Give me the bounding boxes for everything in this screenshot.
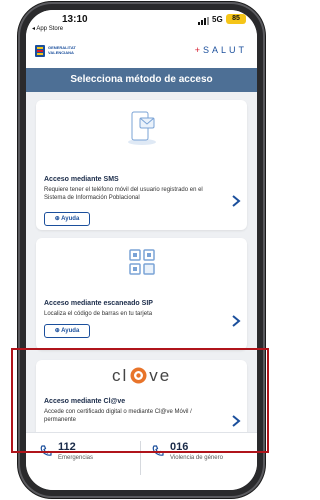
violence-number-link[interactable]: 016 — [170, 441, 188, 453]
app-header: GENERALITAT VALENCIANA + SALUT — [26, 36, 257, 68]
brand-plus: + — [194, 45, 200, 55]
battery-indicator: 85 — [226, 14, 246, 24]
sip-card-description: Localiza el código de barras en tu tarje… — [44, 311, 153, 317]
sip-help-button[interactable]: ⊕ Ayuda — [44, 324, 90, 338]
status-time: 13:10 — [62, 14, 88, 25]
clave-chevron-right-icon[interactable] — [231, 414, 241, 428]
emergency-bar: 112 Emergencias 016 Violencia de género — [26, 432, 257, 490]
clave-logo: cl ve — [112, 366, 171, 388]
emergency-label: Emergencias — [58, 455, 94, 461]
sms-access-card[interactable]: Acceso mediante SMS Requiere tener el te… — [36, 100, 247, 230]
sip-card-title: Acceso mediante escaneado SIP — [44, 300, 153, 307]
org-name: GENERALITAT VALENCIANA — [48, 45, 88, 55]
sms-help-button[interactable]: ⊕ Ayuda — [44, 212, 90, 226]
status-bar: 13:10 ◂ App Store 5G 85 — [26, 10, 257, 36]
sip-scan-access-card[interactable]: Acceso mediante escaneado SIP Localiza e… — [36, 238, 247, 350]
app-screen: 13:10 ◂ App Store 5G 85 GENERALITAT VALE… — [26, 10, 257, 490]
signal-icon — [198, 17, 212, 25]
emergency-number-link[interactable]: 112 — [58, 441, 76, 453]
clave-logo-left: cl — [112, 366, 129, 385]
clave-access-card[interactable]: cl ve Acceso mediante Cl@ve Accede con c… — [36, 360, 247, 446]
back-to-app-store-link[interactable]: ◂ App Store — [32, 25, 63, 32]
org-name-line2: VALENCIANA — [48, 50, 74, 55]
clave-card-description: Accede con certificado digital o mediant… — [44, 409, 192, 423]
clave-card-title: Acceso mediante Cl@ve — [44, 398, 126, 405]
brand-name: SALUT — [202, 45, 247, 55]
sms-chevron-right-icon[interactable] — [231, 194, 241, 208]
network-type: 5G — [212, 15, 223, 24]
phone-emergency-icon — [40, 445, 52, 456]
clave-at-icon — [130, 367, 147, 384]
bottom-divider — [140, 441, 141, 475]
sms-card-description: Requiere tener el teléfono móvil del usu… — [44, 187, 203, 201]
phone-frame: 13:10 ◂ App Store 5G 85 GENERALITAT VALE… — [18, 2, 265, 498]
salut-brand: + SALUT — [195, 45, 247, 55]
generalitat-logo-icon — [35, 45, 45, 57]
phone-violence-icon — [152, 445, 164, 456]
violence-label: Violencia de género — [170, 455, 223, 461]
sip-chevron-right-icon[interactable] — [231, 314, 241, 328]
qr-scan-icon — [129, 249, 155, 275]
clave-logo-right: ve — [149, 366, 172, 385]
mobile-sms-icon — [128, 111, 156, 145]
sms-card-title: Acceso mediante SMS — [44, 176, 119, 183]
page-title: Selecciona método de acceso — [26, 68, 257, 92]
